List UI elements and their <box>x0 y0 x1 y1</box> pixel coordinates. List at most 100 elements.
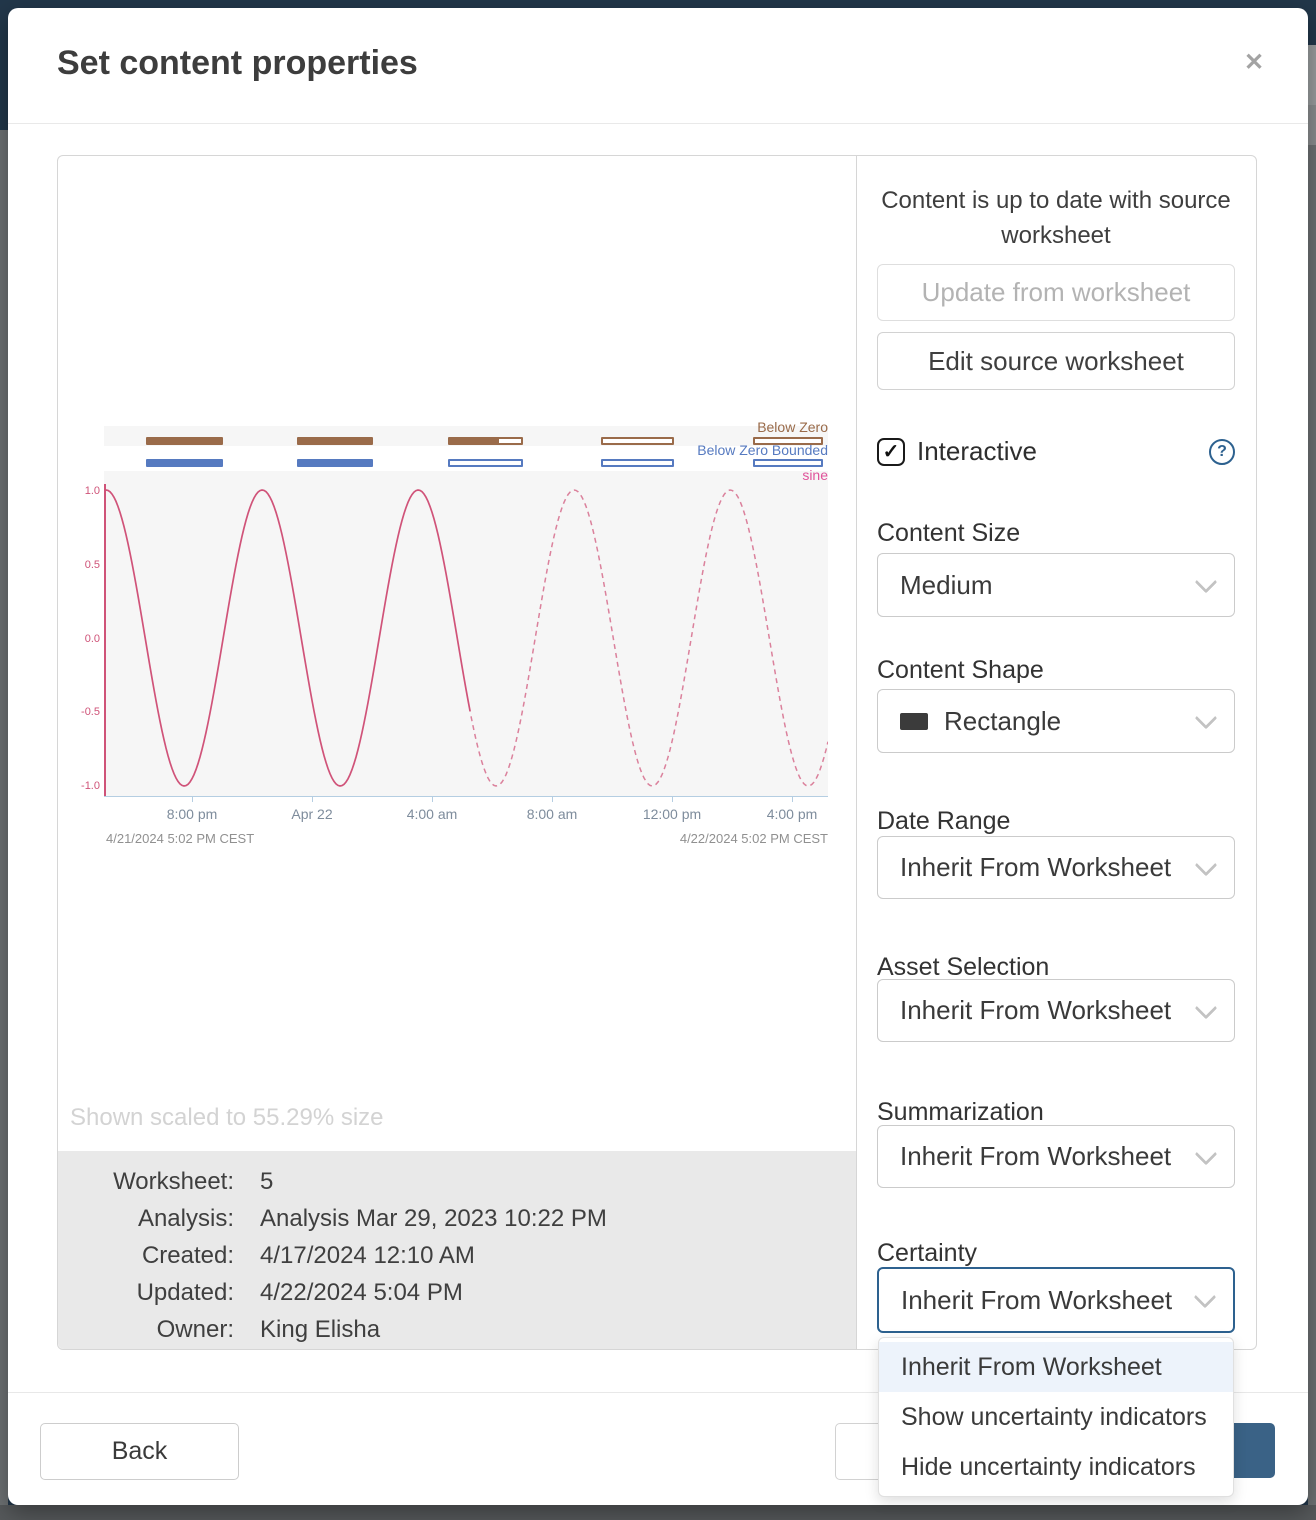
x-tick-label: 4:00 am <box>407 806 458 822</box>
content-size-label: Content Size <box>877 519 1020 548</box>
info-row-value: 4/17/2024 12:10 AM <box>260 1242 475 1270</box>
certainty-select[interactable]: Inherit From Worksheet <box>877 1267 1235 1333</box>
info-row: Worksheet: 5 <box>58 1163 856 1200</box>
x-tick-label: 12:00 pm <box>643 806 701 822</box>
x-range-start-label: 4/21/2024 5:02 PM CEST <box>106 831 254 846</box>
capsule-bar <box>297 437 373 445</box>
certainty-label: Certainty <box>877 1239 977 1268</box>
chevron-down-icon <box>1195 571 1218 594</box>
content-shape-label: Content Shape <box>877 656 1044 685</box>
sync-status-text: Content is up to date with source worksh… <box>877 184 1235 254</box>
chevron-down-icon <box>1195 853 1218 876</box>
x-tick-label: 8:00 am <box>527 806 578 822</box>
date-range-label: Date Range <box>877 807 1010 836</box>
capsule-bar <box>297 459 373 467</box>
certainty-dropdown-menu: Inherit From WorksheetShow uncertainty i… <box>878 1337 1234 1497</box>
modal-title: Set content properties <box>57 44 418 83</box>
info-row-value: Analysis Mar 29, 2023 10:22 PM <box>260 1205 607 1233</box>
capsule-bar <box>448 437 500 445</box>
header-divider <box>8 123 1308 124</box>
series-label: Below Zero Bounded <box>697 442 828 458</box>
series-label: Below Zero <box>757 419 828 435</box>
x-tick-label: 4:00 pm <box>767 806 818 822</box>
content-shape-value: Rectangle <box>944 706 1061 737</box>
asset-selection-value: Inherit From Worksheet <box>900 995 1171 1026</box>
capsule-bar <box>601 437 674 445</box>
summarization-value: Inherit From Worksheet <box>900 1141 1171 1172</box>
set-content-properties-modal: Set content properties ✕ 4/21/2024 5:02 … <box>8 8 1308 1505</box>
x-tick-mark <box>432 796 433 802</box>
rectangle-shape-icon <box>900 713 928 730</box>
x-tick-label: Apr 22 <box>291 806 332 822</box>
sine-series-plot <box>104 426 828 796</box>
chevron-down-icon <box>1194 1286 1217 1309</box>
x-tick-label: 8:00 pm <box>167 806 218 822</box>
certainty-menu-option[interactable]: Hide uncertainty indicators <box>879 1442 1233 1492</box>
certainty-menu-option[interactable]: Show uncertainty indicators <box>879 1392 1233 1442</box>
panel-divider <box>856 156 857 1349</box>
info-row: Owner: King Elisha <box>58 1311 856 1348</box>
content-panel: 4/21/2024 5:02 PM CEST 4/22/2024 5:02 PM… <box>57 155 1257 1350</box>
x-tick-mark <box>792 796 793 802</box>
date-range-select[interactable]: Inherit From Worksheet <box>877 836 1235 899</box>
help-icon[interactable]: ? <box>1209 439 1235 465</box>
date-range-value: Inherit From Worksheet <box>900 852 1171 883</box>
background-page-right-edge <box>1308 45 1316 1520</box>
info-row-label: Updated: <box>58 1279 234 1307</box>
worksheet-info-rows: Worksheet: 5 Analysis: Analysis Mar 29, 202… <box>58 1163 856 1348</box>
interactive-row: ✓ Interactive ? <box>877 436 1235 467</box>
chevron-down-icon <box>1195 1142 1218 1165</box>
info-row: Created: 4/17/2024 12:10 AM <box>58 1237 856 1274</box>
capsule-bar <box>601 459 674 467</box>
y-tick-label: 1.0 <box>66 485 100 497</box>
y-tick-label: 0.0 <box>66 633 100 645</box>
info-row: Updated: 4/22/2024 5:04 PM <box>58 1274 856 1311</box>
x-range-end-label: 4/22/2024 5:02 PM CEST <box>680 831 828 846</box>
info-row-label: Created: <box>58 1242 234 1270</box>
y-tick-label: -0.5 <box>66 706 100 718</box>
scale-note: Shown scaled to 55.29% size <box>70 1104 384 1132</box>
content-size-select[interactable]: Medium <box>877 553 1235 617</box>
content-size-value: Medium <box>900 570 992 601</box>
y-tick-label: -1.0 <box>66 780 100 792</box>
capsule-bar <box>753 459 823 467</box>
capsule-bar <box>146 437 223 445</box>
y-tick-label: 0.5 <box>66 559 100 571</box>
summarization-select[interactable]: Inherit From Worksheet <box>877 1125 1235 1188</box>
x-tick-mark <box>192 796 193 802</box>
chevron-down-icon <box>1195 707 1218 730</box>
x-axis-line <box>104 796 828 797</box>
content-properties-controls: Content is up to date with source worksh… <box>877 156 1235 1349</box>
interactive-label: Interactive <box>917 436 1037 467</box>
background-page-left-edge <box>0 130 8 1520</box>
info-row-value: 4/22/2024 5:04 PM <box>260 1279 463 1307</box>
edit-source-worksheet-button[interactable]: Edit source worksheet <box>877 332 1235 390</box>
info-row-label: Analysis: <box>58 1205 234 1233</box>
x-tick-mark <box>672 796 673 802</box>
chevron-down-icon <box>1195 996 1218 1019</box>
capsule-bar <box>497 437 523 445</box>
capsule-bar <box>448 459 523 467</box>
interactive-checkbox[interactable]: ✓ <box>877 438 905 466</box>
back-button[interactable]: Back <box>40 1423 239 1480</box>
info-row-label: Worksheet: <box>58 1168 234 1196</box>
worksheet-info-box: Worksheet: 5 Analysis: Analysis Mar 29, 202… <box>58 1151 856 1349</box>
certainty-menu-option[interactable]: Inherit From Worksheet <box>879 1342 1233 1392</box>
certainty-value: Inherit From Worksheet <box>901 1285 1172 1316</box>
series-label: sine <box>802 467 828 483</box>
content-preview-chart: 4/21/2024 5:02 PM CEST 4/22/2024 5:02 PM… <box>96 411 836 861</box>
info-row-value: 5 <box>260 1168 273 1196</box>
x-tick-mark <box>552 796 553 802</box>
x-tick-mark <box>312 796 313 802</box>
update-from-worksheet-button[interactable]: Update from worksheet <box>877 264 1235 321</box>
asset-selection-select[interactable]: Inherit From Worksheet <box>877 979 1235 1042</box>
info-row: Analysis: Analysis Mar 29, 2023 10:22 PM <box>58 1200 856 1237</box>
close-icon[interactable]: ✕ <box>1234 42 1274 82</box>
capsule-bar <box>146 459 223 467</box>
info-row-value: King Elisha <box>260 1316 380 1344</box>
info-row-label: Owner: <box>58 1316 234 1344</box>
content-shape-select[interactable]: Rectangle <box>877 689 1235 753</box>
asset-selection-label: Asset Selection <box>877 953 1049 982</box>
summarization-label: Summarization <box>877 1098 1044 1127</box>
background-page-bottom-edge <box>0 1505 1316 1520</box>
